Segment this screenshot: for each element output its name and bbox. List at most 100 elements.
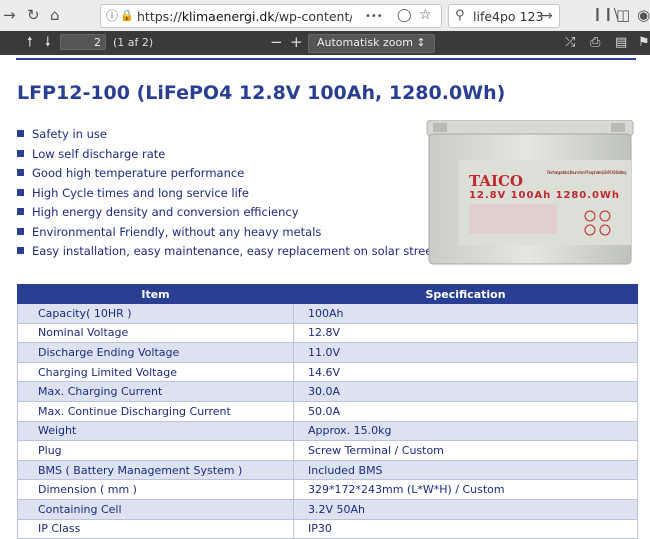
feature-item: High Cycle times and long service life <box>17 184 470 204</box>
page-count: (1 af 2) <box>113 36 154 49</box>
feature-item: High energy density and conversion effic… <box>17 203 470 223</box>
bullet-icon <box>17 169 24 176</box>
table-row: Max. Charging Current 30.0A <box>17 381 638 402</box>
reload-icon[interactable]: ↻ <box>27 6 40 24</box>
bullet-icon <box>17 227 24 235</box>
spec-value: Included BMS <box>293 459 638 481</box>
spec-value: 30.0A <box>293 381 638 402</box>
spec-value: Approx. 15.0kg <box>293 420 638 442</box>
url-path: /wp-content/uploa <box>274 9 352 24</box>
spec-table: Item Specification Capacity( 10HR ) 100Ah… <box>17 284 638 539</box>
spec-item: Max. Charging Current <box>17 381 294 402</box>
bullet-icon <box>17 188 24 196</box>
browser-toolbar: → ↻ ⌂ ⓘ 🔒 https://klimaenergi.dk/wp-cont… <box>0 0 650 32</box>
table-row: BMS ( Battery Management System ) Include… <box>17 459 638 481</box>
feature-text: Good high temperature performance <box>32 166 245 180</box>
table-row: IP Class IP30 <box>17 518 638 539</box>
zoom-in-icon[interactable]: + <box>290 33 303 51</box>
search-text[interactable]: life4po 123 <box>473 9 543 24</box>
table-row: Charging Limited Voltage 14.6V <box>17 361 638 383</box>
spec-header-item: Item <box>17 284 294 304</box>
zoom-out-icon[interactable]: − <box>270 33 283 51</box>
spec-value: IP30 <box>293 518 638 539</box>
download-icon[interactable]: ▤ <box>615 34 627 52</box>
spec-value: 100Ah <box>293 303 638 324</box>
feature-item: Environmental Friendly, without any heav… <box>17 223 470 243</box>
table-row: Max. Continue Discharging Current 50.0A <box>17 400 638 422</box>
url-host: klimaenergi.dk <box>181 9 275 24</box>
spec-item: Charging Limited Voltage <box>17 361 294 383</box>
feature-text: Low self discharge rate <box>32 146 166 161</box>
spec-item: Containing Cell <box>17 498 294 520</box>
feature-item: Safety in use <box>17 125 470 145</box>
spec-item: Weight <box>17 420 294 442</box>
table-row: Capacity( 10HR ) 100Ah <box>17 303 638 324</box>
fullscreen-icon[interactable]: ⤮ <box>565 34 575 52</box>
forward-arrow-icon[interactable]: → <box>3 6 16 24</box>
table-row: Discharge Ending Voltage 11.0V <box>17 342 638 363</box>
url-text[interactable]: https://klimaenergi.dk/wp-content/uploa <box>137 9 352 24</box>
bullet-icon <box>17 130 24 137</box>
previous-page-icon[interactable]: 🠕 <box>27 34 33 52</box>
bullet-icon <box>17 247 24 254</box>
pdf-toolbar: 🠕 🠗 2 (1 af 2) − + Automatisk zoom ↕ ⤮ ⎙… <box>0 31 650 55</box>
spec-value: 50.0A <box>293 400 638 422</box>
battery-label: 12.8V 100Ah 1280.0Wh <box>469 190 619 201</box>
zoom-select[interactable]: Automatisk zoom ↕ <box>308 34 435 53</box>
table-row: Dimension ( mm ) 329*172*243mm (L*W*H) / … <box>17 479 638 500</box>
spec-item: Max. Continue Discharging Current <box>17 400 294 422</box>
account-icon[interactable]: ◉ <box>637 6 650 24</box>
spec-item: Dimension ( mm ) <box>17 479 294 500</box>
spec-item: BMS ( Battery Management System ) <box>17 459 294 481</box>
bullet-icon <box>17 208 24 215</box>
spec-item: Nominal Voltage <box>17 322 294 344</box>
spec-value: 12.8V <box>293 322 638 344</box>
product-title: LFP12-100 (LiFePO4 12.8V 100Ah, 1280.0Wh… <box>17 82 506 104</box>
spec-value: 3.2V 50Ah <box>293 498 638 520</box>
sidebar-icon[interactable]: ◫ <box>616 6 630 24</box>
feature-text: Easy installation, easy maintenance, eas… <box>32 244 470 258</box>
home-icon[interactable]: ⌂ <box>50 6 60 24</box>
page-number-input[interactable]: 2 <box>60 34 106 50</box>
address-bar[interactable]: ⓘ 🔒 https://klimaenergi.dk/wp-content/up… <box>100 4 442 28</box>
spec-value: 14.6V <box>293 361 638 383</box>
battery-image: TAICO Rechargeable Lithium Iron Phosphat… <box>426 120 634 265</box>
info-icon[interactable]: ⓘ <box>106 7 118 25</box>
next-page-icon[interactable]: 🠗 <box>45 34 51 52</box>
battery-brand: TAICO <box>469 172 523 190</box>
table-row: Weight Approx. 15.0kg <box>17 420 638 442</box>
spec-item: Discharge Ending Voltage <box>17 342 294 363</box>
search-go-icon[interactable]: → <box>541 7 553 25</box>
battery-subtitle: Rechargeable Lithium Iron Phosphate (LiF… <box>547 170 628 175</box>
feature-item: Good high temperature performance <box>17 164 470 184</box>
spec-value: 329*172*243mm (L*W*H) / Custom <box>293 479 638 500</box>
spec-item: Capacity( 10HR ) <box>17 303 294 324</box>
bookmark-star-icon[interactable]: ☆ <box>419 6 432 24</box>
bullet-icon <box>17 149 24 157</box>
table-row: Plug Screw Terminal / Custom <box>17 440 638 461</box>
print-icon[interactable]: ⎙ <box>590 34 600 52</box>
spec-value: Screw Terminal / Custom <box>293 440 638 461</box>
spec-item: Plug <box>17 440 294 461</box>
page-actions-icon[interactable]: ••• <box>365 8 383 26</box>
feature-item: Low self discharge rate <box>17 145 470 165</box>
table-row: Nominal Voltage 12.8V <box>17 322 638 344</box>
table-row: Containing Cell 3.2V 50Ah <box>17 498 638 520</box>
spec-header-specification: Specification <box>293 284 638 304</box>
search-bar[interactable]: ⚲ life4po 123 → <box>448 4 560 28</box>
feature-text: Safety in use <box>32 127 107 141</box>
pocket-icon[interactable]: ◯ <box>397 7 412 25</box>
library-icon[interactable]: ❙❙\ <box>592 6 618 24</box>
header-rule <box>16 58 636 60</box>
spec-value: 11.0V <box>293 342 638 363</box>
spec-header-row: Item Specification <box>17 284 638 304</box>
feature-item: Easy installation, easy maintenance, eas… <box>17 242 470 262</box>
feature-text: High energy density and conversion effic… <box>32 205 299 219</box>
url-scheme: https:// <box>137 9 182 24</box>
bookmark-icon[interactable]: ⚑ <box>638 34 650 52</box>
feature-list: Safety in use Low self discharge rate Go… <box>17 125 470 262</box>
spec-item: IP Class <box>17 518 294 539</box>
feature-text: Environmental Friendly, without any heav… <box>32 224 322 239</box>
lock-icon: 🔒 <box>120 9 134 22</box>
search-icon: ⚲ <box>455 8 465 23</box>
